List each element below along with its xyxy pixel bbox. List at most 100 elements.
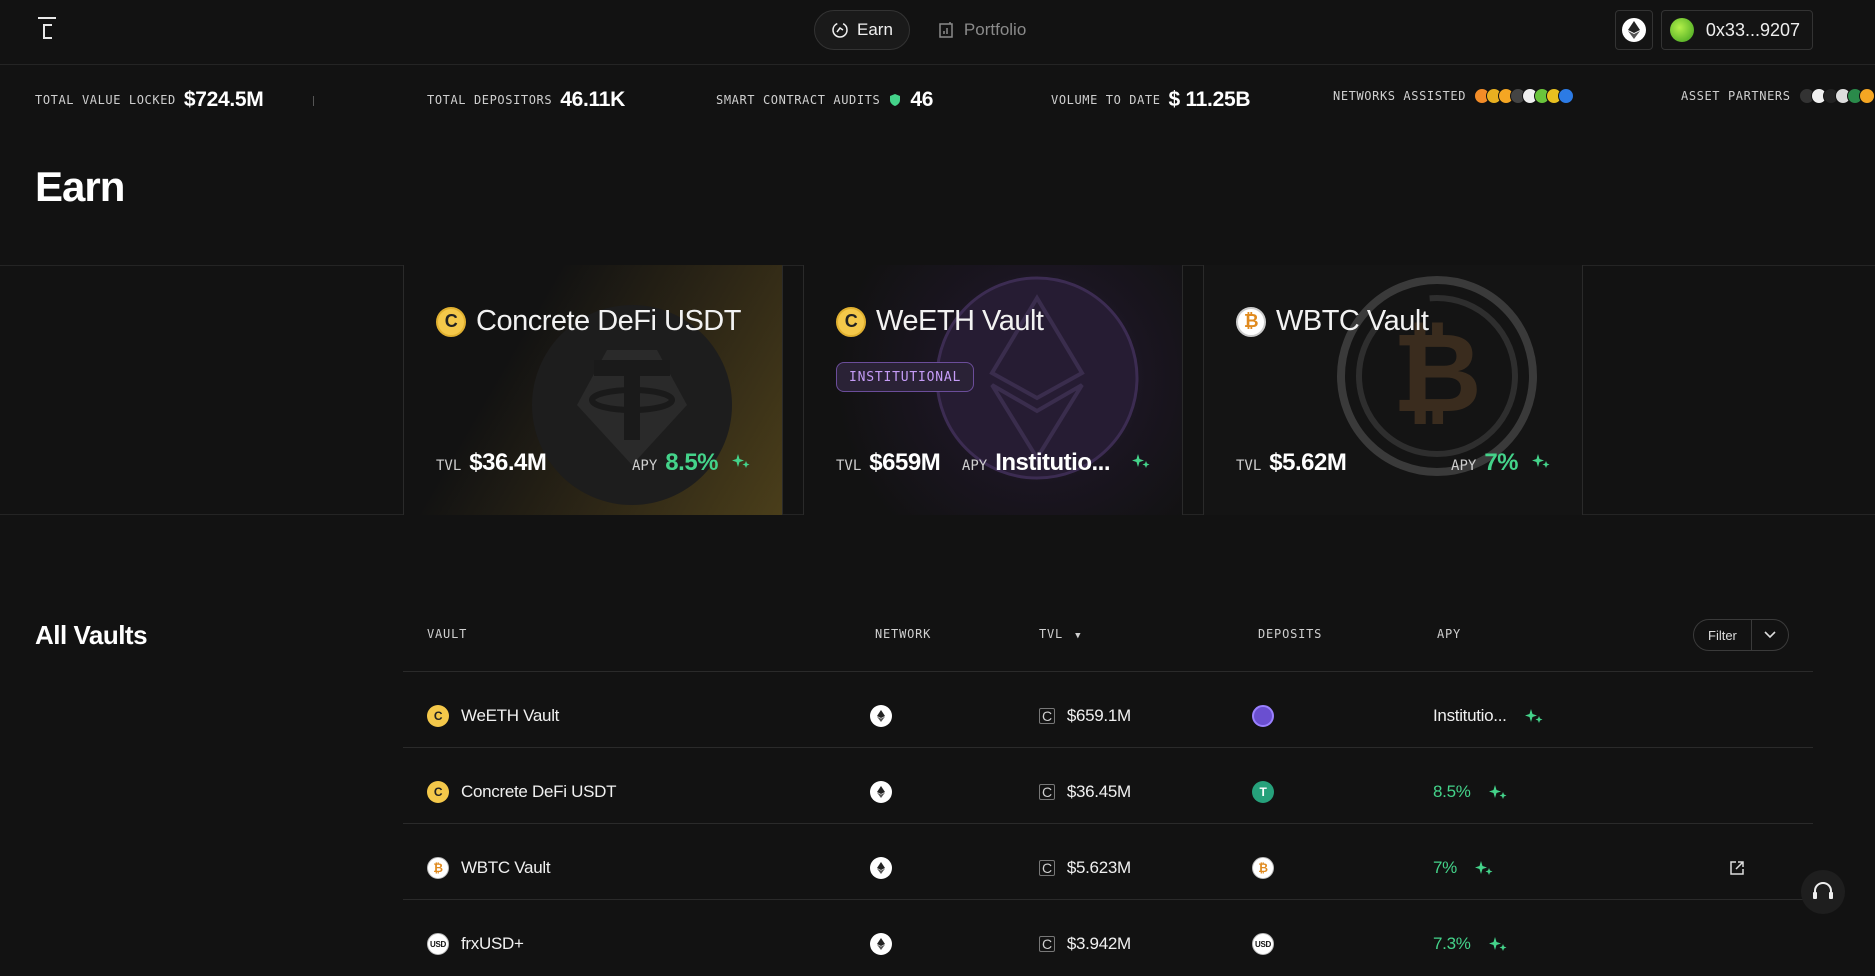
stat-audits-value: 46 xyxy=(910,88,934,111)
sparkle-icon xyxy=(1474,861,1493,875)
apy-label: APY xyxy=(632,458,658,474)
tvl-value: $36.4M xyxy=(469,449,547,476)
weeth-token-icon xyxy=(1252,705,1274,727)
top-navbar: Earn Portfolio 0x33...9207 xyxy=(0,0,1875,65)
card-apy: APY 8.5% xyxy=(632,449,750,477)
vault-name: frxUSD+ xyxy=(461,934,524,953)
col-deposits[interactable]: DEPOSITS xyxy=(1258,627,1322,641)
deposits-cell: T xyxy=(1252,760,1274,824)
stats-strip: TOTAL VALUE LOCKED $724.5M TOTAL DEPOSIT… xyxy=(0,88,1875,116)
stat-partners-label: ASSET PARTNERS xyxy=(1681,89,1791,103)
col-tvl-label: TVL xyxy=(1039,627,1064,641)
vault-apy: 8.5% xyxy=(1433,782,1471,801)
concrete-mark-icon: C xyxy=(1039,860,1055,876)
card-name: WBTC Vault xyxy=(1276,305,1429,337)
apy-value: 7% xyxy=(1484,449,1518,476)
network-selector-button[interactable] xyxy=(1614,10,1653,50)
nav-earn-label: Earn xyxy=(857,20,893,39)
nav-portfolio[interactable]: Portfolio xyxy=(922,10,1042,50)
ethereum-icon xyxy=(870,857,892,879)
ethereum-icon xyxy=(1621,18,1646,42)
col-vault[interactable]: VAULT xyxy=(427,627,467,641)
tvl-label: TVL xyxy=(1236,458,1262,474)
vault-apy: 7.3% xyxy=(1433,934,1471,953)
wallet-address: 0x33...9207 xyxy=(1705,19,1800,40)
usd-token-icon: USD xyxy=(1252,933,1274,955)
wallet-avatar xyxy=(1669,18,1694,42)
concrete-mark-icon: C xyxy=(1039,708,1055,724)
table-row[interactable]: USD frxUSD+ C $3.942M USD 7.3% xyxy=(403,912,1813,976)
nav-earn[interactable]: Earn xyxy=(814,10,910,50)
stat-tvl-label: TOTAL VALUE LOCKED xyxy=(35,93,176,107)
apy-cell: 8.5% xyxy=(1433,760,1507,824)
table-header: VAULT NETWORK TVL ▼ DEPOSITS APY Filter xyxy=(403,612,1813,672)
vault-name: WeETH Vault xyxy=(461,706,560,725)
stat-tvl: TOTAL VALUE LOCKED $724.5M xyxy=(35,88,264,112)
card-metrics: TVL $659M APY Institutio... xyxy=(836,449,1150,477)
vault-cell: USD frxUSD+ xyxy=(427,912,524,976)
stat-depositors-label: TOTAL DEPOSITORS xyxy=(427,93,553,107)
support-chat-button[interactable] xyxy=(1801,870,1845,914)
wallet-area: 0x33...9207 xyxy=(1614,10,1813,50)
apy-cell: 7% xyxy=(1433,836,1493,900)
stat-partners: ASSET PARTNERS xyxy=(1681,88,1875,104)
shield-icon xyxy=(890,94,901,106)
stat-networks: NETWORKS ASSISTED xyxy=(1333,88,1575,104)
deposits-cell xyxy=(1252,684,1274,748)
sparkle-icon xyxy=(1488,937,1507,951)
ethereum-icon xyxy=(870,933,892,955)
card-title: ₿ WBTC Vault xyxy=(1236,305,1429,338)
vault-cell: ₿ WBTC Vault xyxy=(427,836,551,900)
concrete-logo-icon[interactable] xyxy=(36,16,58,42)
partner-logos xyxy=(1798,88,1875,104)
vault-cell: C WeETH Vault xyxy=(427,684,559,748)
tvl-label: TVL xyxy=(836,458,862,474)
card-tvl: TVL $36.4M xyxy=(436,449,547,477)
sparkle-icon xyxy=(1132,454,1150,468)
table-row[interactable]: C Concrete DeFi USDT C $36.45M T 8.5% xyxy=(403,760,1813,824)
stat-volume-label: VOLUME TO DATE xyxy=(1051,93,1161,107)
sparkle-icon xyxy=(732,454,750,468)
section-title: All Vaults xyxy=(35,620,148,650)
wallet-address-button[interactable]: 0x33...9207 xyxy=(1660,10,1813,50)
vault-name: WBTC Vault xyxy=(461,858,551,877)
partner-logo-icon xyxy=(1858,88,1875,104)
earn-icon xyxy=(832,22,848,38)
featured-card-weeth[interactable]: C WeETH Vault INSTITUTIONAL TVL $659M AP… xyxy=(803,265,1183,515)
vault-tvl: $659.1M xyxy=(1066,706,1131,725)
table-row[interactable]: ₿ WBTC Vault C $5.623M ₿ 7% xyxy=(403,836,1813,900)
tvl-value: $659M xyxy=(869,449,941,476)
featured-card-wbtc[interactable]: ₿ ₿ WBTC Vault TVL $5.62M APY 7% xyxy=(1203,265,1583,515)
tvl-cell: C $659.1M xyxy=(1039,684,1131,748)
headset-icon xyxy=(1813,881,1833,899)
portfolio-icon xyxy=(939,22,953,38)
network-logo-icon xyxy=(1558,88,1575,104)
tvl-cell: C $3.942M xyxy=(1039,912,1131,976)
stat-volume: VOLUME TO DATE $ 11.25B xyxy=(1051,88,1251,112)
col-tvl[interactable]: TVL ▼ xyxy=(1039,627,1081,641)
network-cell xyxy=(870,684,892,748)
filter-dropdown[interactable]: Filter xyxy=(1693,619,1789,651)
apy-cell: 7.3% xyxy=(1433,912,1507,976)
card-tvl: TVL $659M xyxy=(836,449,941,477)
concrete-coin-icon: C xyxy=(836,306,866,337)
col-network[interactable]: NETWORK xyxy=(875,627,931,641)
bitcoin-coin-icon: ₿ xyxy=(427,857,449,879)
stat-depositors: TOTAL DEPOSITORS 46.11K xyxy=(427,88,625,112)
concrete-coin-icon: C xyxy=(427,705,449,727)
stat-networks-label: NETWORKS ASSISTED xyxy=(1333,89,1467,103)
network-cell xyxy=(870,760,892,824)
vault-cell: C Concrete DeFi USDT xyxy=(427,760,617,824)
external-link-icon[interactable] xyxy=(1729,836,1745,900)
bitcoin-token-icon: ₿ xyxy=(1252,857,1274,879)
concrete-coin-icon: C xyxy=(427,781,449,803)
sparkle-icon xyxy=(1524,709,1543,723)
tvl-label: TVL xyxy=(436,458,462,474)
sort-desc-icon: ▼ xyxy=(1075,631,1082,641)
col-apy[interactable]: APY xyxy=(1437,627,1461,641)
table-row[interactable]: C WeETH Vault C $659.1M Institutio... xyxy=(403,684,1813,748)
card-title: C Concrete DeFi USDT xyxy=(436,305,741,338)
chevron-down-icon xyxy=(1752,631,1788,639)
page-title: Earn xyxy=(35,163,125,210)
featured-card-usdt[interactable]: C Concrete DeFi USDT TVL $36.4M APY 8.5% xyxy=(403,265,783,515)
